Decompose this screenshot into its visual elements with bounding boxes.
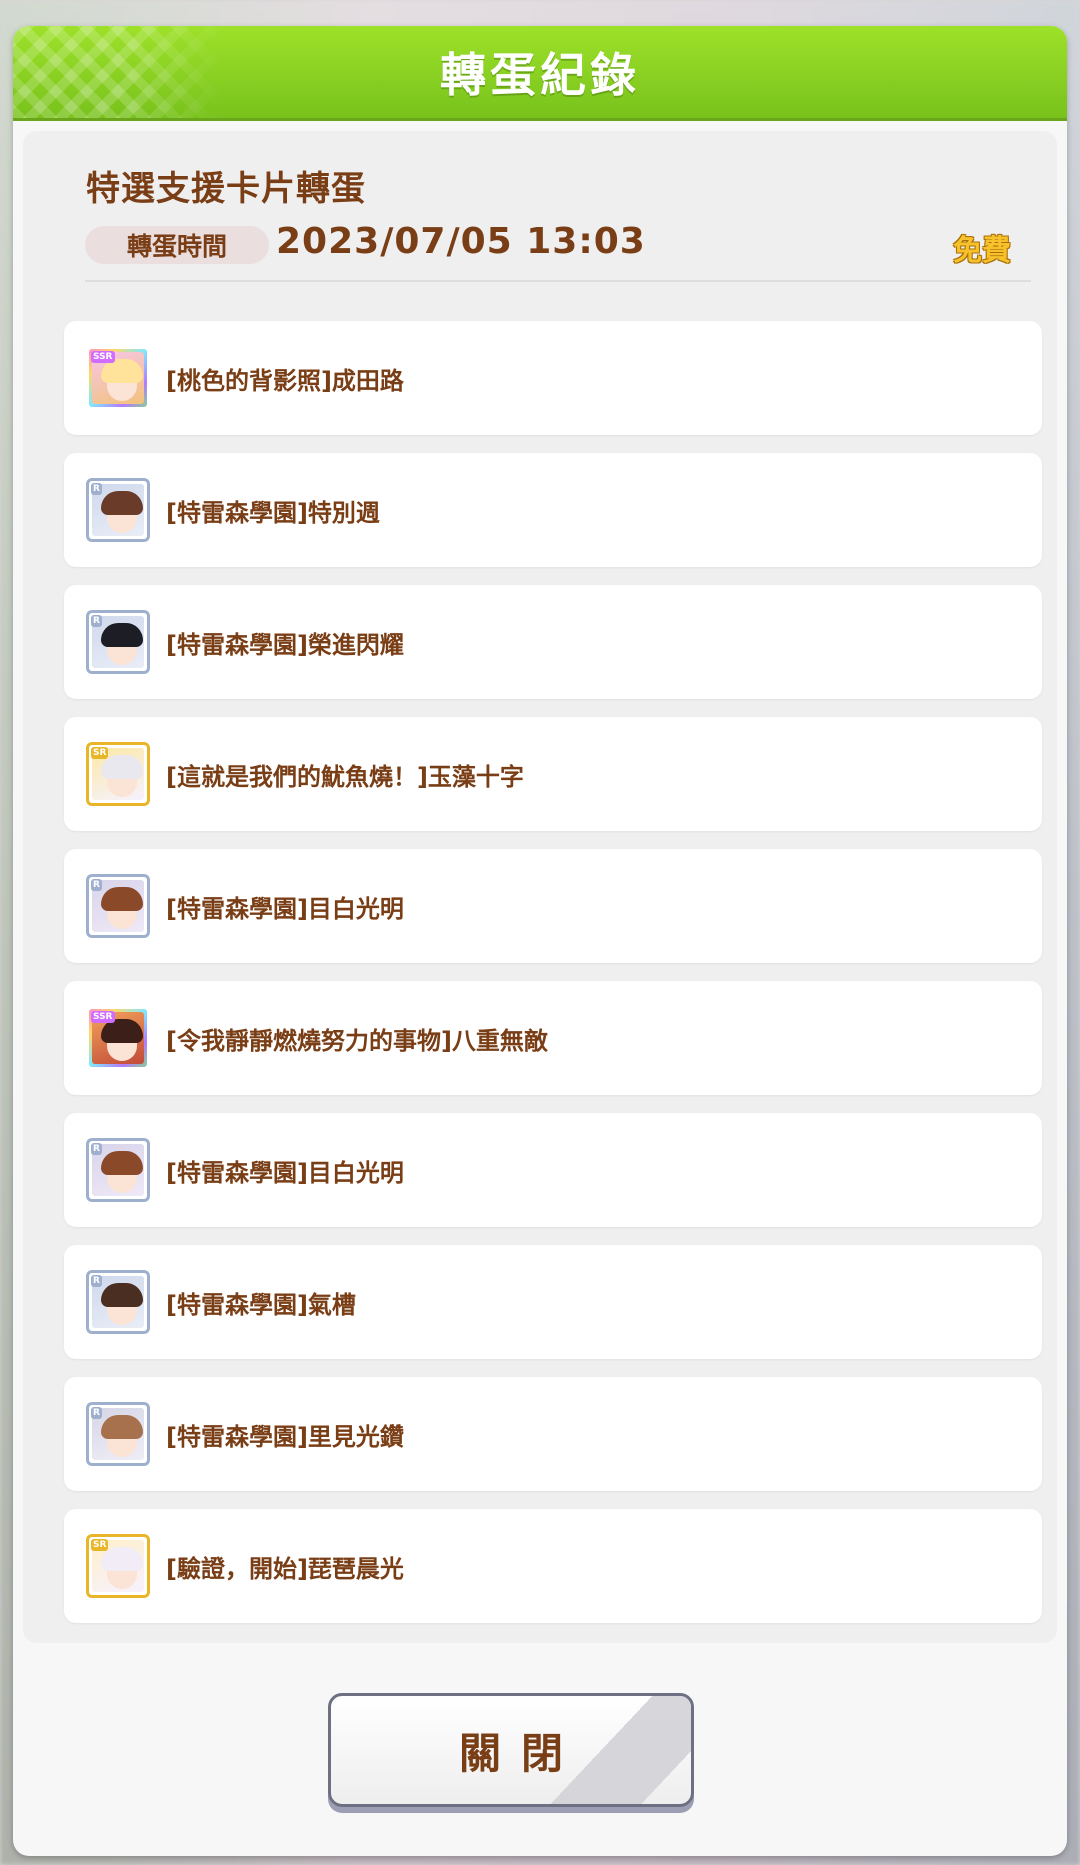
dialog-header: 轉蛋紀錄 bbox=[13, 26, 1067, 121]
result-card-name: [特雷森學園]榮進閃耀 bbox=[166, 630, 404, 659]
close-button-label: 關閉 bbox=[458, 1728, 583, 1778]
history-panel: 特選支援卡片轉蛋 轉蛋時間 2023/07/05 13:03 免費 SSR [桃色… bbox=[23, 131, 1057, 1643]
result-card-name: [特雷森學園]目白光明 bbox=[166, 1158, 404, 1187]
result-row[interactable]: R [特雷森學園]氣槽 bbox=[64, 1245, 1042, 1359]
gacha-banner-name: 特選支援卡片轉蛋 bbox=[86, 169, 366, 209]
result-card-name: [特雷森學園]目白光明 bbox=[166, 894, 404, 923]
rank-badge: R bbox=[91, 1407, 102, 1419]
support-card-icon: R bbox=[86, 874, 150, 938]
result-row[interactable]: SR [驗證，開始]琵琶晨光 bbox=[64, 1509, 1042, 1623]
result-card-name: [桃色的背影照]成田路 bbox=[166, 366, 404, 395]
rank-badge: R bbox=[91, 483, 102, 495]
header-pattern bbox=[13, 26, 223, 118]
support-card-icon: R bbox=[86, 1402, 150, 1466]
support-card-icon: R bbox=[86, 1270, 150, 1334]
result-card-name: [這就是我們的魷魚燒！]玉藻十字 bbox=[166, 762, 524, 791]
rank-badge: R bbox=[91, 1143, 102, 1155]
gacha-history-dialog: 轉蛋紀錄 特選支援卡片轉蛋 轉蛋時間 2023/07/05 13:03 免費 S… bbox=[13, 26, 1067, 1856]
rank-badge: SR bbox=[91, 747, 109, 759]
result-card-name: [特雷森學園]里見光鑽 bbox=[166, 1422, 404, 1451]
divider bbox=[85, 280, 1031, 282]
result-row[interactable]: R [特雷森學園]目白光明 bbox=[64, 1113, 1042, 1227]
result-row[interactable]: SSR [桃色的背影照]成田路 bbox=[64, 321, 1042, 435]
result-list: SSR [桃色的背影照]成田路 R [特雷森學園]特別週 R [特雷森學園]榮進閃耀 SR [… bbox=[64, 321, 1042, 1641]
result-card-name: [特雷森學園]氣槽 bbox=[166, 1290, 356, 1319]
support-card-icon: SSR bbox=[86, 1006, 150, 1070]
rank-badge: SSR bbox=[91, 351, 115, 363]
result-card-name: [特雷森學園]特別週 bbox=[166, 498, 380, 527]
result-row[interactable]: R [特雷森學園]榮進閃耀 bbox=[64, 585, 1042, 699]
support-card-icon: SSR bbox=[86, 346, 150, 410]
rank-badge: R bbox=[91, 1275, 102, 1287]
gacha-time-label: 轉蛋時間 bbox=[85, 226, 269, 264]
support-card-icon: SR bbox=[86, 742, 150, 806]
rank-badge: SSR bbox=[91, 1011, 115, 1023]
result-row[interactable]: R [特雷森學園]里見光鑽 bbox=[64, 1377, 1042, 1491]
support-card-icon: R bbox=[86, 478, 150, 542]
support-card-icon: R bbox=[86, 1138, 150, 1202]
rank-badge: R bbox=[91, 615, 102, 627]
result-row[interactable]: R [特雷森學園]目白光明 bbox=[64, 849, 1042, 963]
gacha-time-value: 2023/07/05 13:03 bbox=[276, 221, 646, 262]
rank-badge: R bbox=[91, 879, 102, 891]
result-row[interactable]: SSR [令我靜靜燃燒努力的事物]八重無敵 bbox=[64, 981, 1042, 1095]
result-card-name: [驗證，開始]琵琶晨光 bbox=[166, 1554, 404, 1583]
support-card-icon: SR bbox=[86, 1534, 150, 1598]
result-row[interactable]: SR [這就是我們的魷魚燒！]玉藻十字 bbox=[64, 717, 1042, 831]
dialog-title: 轉蛋紀錄 bbox=[440, 48, 640, 102]
cost-free-label: 免費 bbox=[952, 233, 1011, 267]
result-card-name: [令我靜靜燃燒努力的事物]八重無敵 bbox=[166, 1026, 548, 1055]
result-row[interactable]: R [特雷森學園]特別週 bbox=[64, 453, 1042, 567]
support-card-icon: R bbox=[86, 610, 150, 674]
rank-badge: SR bbox=[91, 1539, 109, 1551]
close-button[interactable]: 關閉 bbox=[328, 1693, 694, 1807]
